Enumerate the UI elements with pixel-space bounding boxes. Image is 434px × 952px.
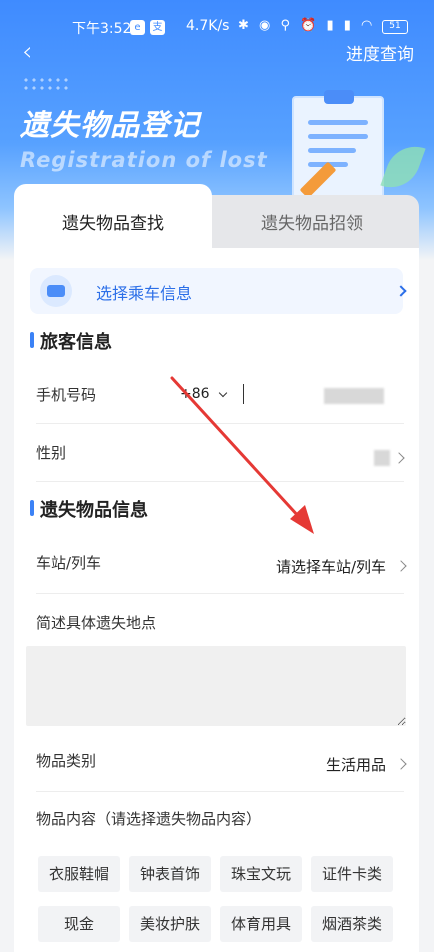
nav-bar: ‹ 进度查询 (0, 34, 434, 68)
browser-badge-icon: e (130, 20, 145, 35)
tab-lost-item-search[interactable]: 遗失物品查找 (14, 184, 212, 250)
category-label: 物品类别 (36, 752, 97, 770)
station-label: 车站/列车 (36, 554, 102, 572)
leaf-illustration (380, 138, 426, 196)
tag-item[interactable]: 证件卡类 (311, 856, 393, 892)
category-row[interactable]: 物品类别 生活用品 (36, 734, 404, 792)
select-ride-info-button[interactable]: 选择乘车信息 (30, 268, 403, 314)
content-label-row: 物品内容（请选择遗失物品内容） (36, 792, 404, 842)
ticket-icon (40, 275, 72, 307)
status-icons: ✱ ◉ ⚲ ⏰ ▮ ▮ ◠ (238, 18, 376, 33)
form-card: 选择乘车信息 旅客信息 手机号码 +86 性别 遗失物品信息 车站/列车 请选择… (14, 248, 419, 952)
tag-item[interactable]: 珠宝文玩 (220, 856, 302, 892)
tag-item[interactable]: 钟表首饰 (129, 856, 211, 892)
network-speed: 4.7K/s (186, 18, 230, 34)
phone-input-cursor (243, 384, 244, 404)
category-value: 生活用品 (325, 756, 386, 774)
tag-item[interactable]: 体育用具 (220, 906, 302, 942)
tag-item[interactable]: 烟酒茶类 (311, 906, 393, 942)
phone-input[interactable] (324, 388, 384, 404)
page-title: 遗失物品登记 (20, 108, 201, 142)
station-row[interactable]: 车站/列车 请选择车站/列车 (36, 536, 404, 594)
phone-label: 手机号码 (36, 386, 97, 404)
location-label-row: 简述具体遗失地点 (36, 594, 404, 644)
location-label: 简述具体遗失地点 (36, 614, 157, 632)
gender-value (374, 450, 390, 466)
location-textarea[interactable] (26, 646, 406, 726)
tag-item[interactable]: 现金 (38, 906, 120, 942)
tab-lost-found-claim[interactable]: 遗失物品招领 (205, 195, 419, 249)
ride-info-label: 选择乘车信息 (96, 284, 193, 303)
content-label: 物品内容（请选择遗失物品内容） (36, 810, 262, 828)
tag-item[interactable]: 衣服鞋帽 (38, 856, 120, 892)
country-code-select[interactable]: +86 (180, 386, 210, 402)
progress-query-link[interactable]: 进度查询 (346, 40, 414, 65)
station-value: 请选择车站/列车 (275, 558, 386, 576)
item-tags: 衣服鞋帽 钟表首饰 珠宝文玩 证件卡类 现金 美妆护肤 体育用具 烟酒茶类 (38, 856, 398, 952)
gender-row[interactable]: 性别 (36, 424, 404, 482)
dots-decoration (22, 76, 70, 94)
gender-label: 性别 (36, 444, 67, 462)
section-item-info-title: 遗失物品信息 (30, 496, 148, 522)
back-chevron-icon[interactable]: ‹ (22, 39, 32, 65)
tag-item[interactable]: 美妆护肤 (129, 906, 211, 942)
page-subtitle: Registration of lost (20, 148, 268, 172)
section-passenger-title: 旅客信息 (30, 328, 112, 354)
battery-icon: 51 (382, 20, 408, 34)
pay-badge-icon: 支 (150, 20, 165, 35)
